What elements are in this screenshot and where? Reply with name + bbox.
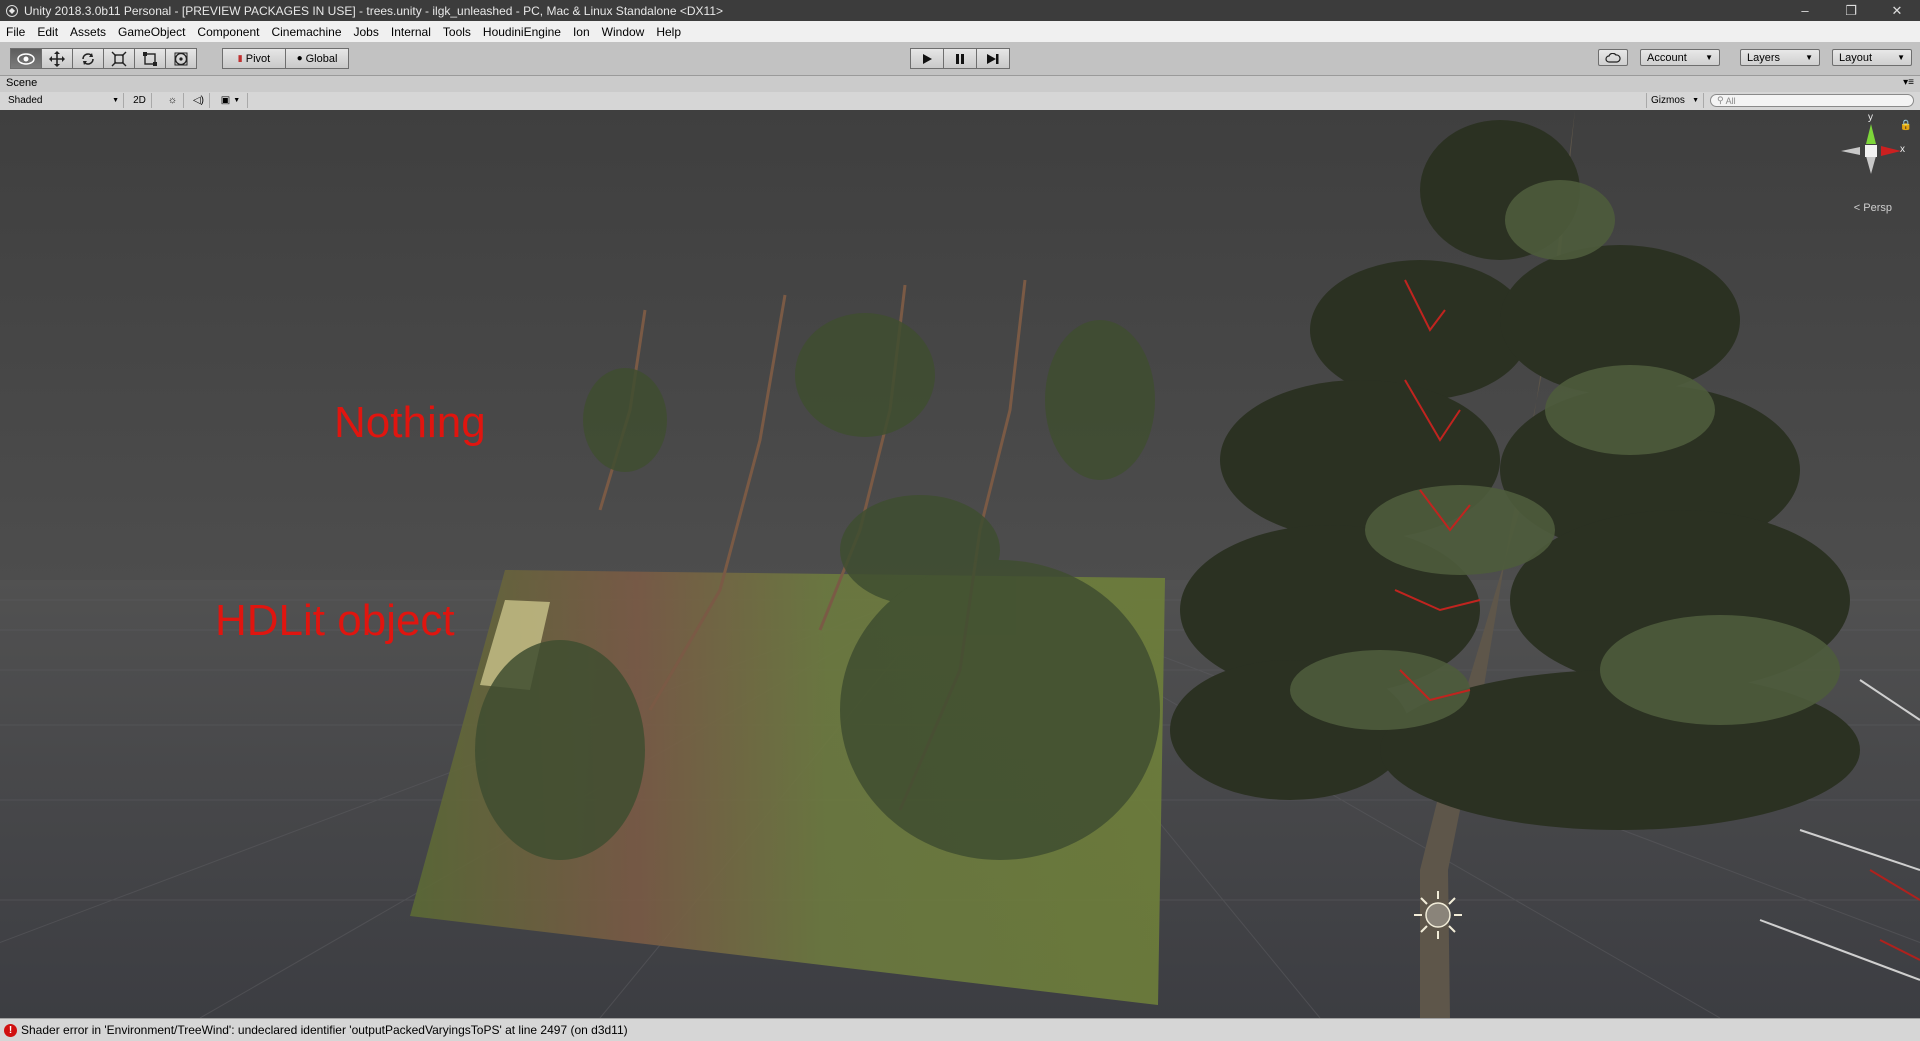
window-controls: – ❐ ✕ <box>1782 0 1920 21</box>
persp-label: Persp <box>1863 202 1892 214</box>
pivot-icon: ▮ <box>237 53 243 63</box>
shading-mode-label: Shaded <box>8 95 43 106</box>
scene-search-input[interactable]: ⚲ All <box>1710 94 1914 107</box>
search-placeholder: All <box>1725 95 1736 106</box>
menu-edit[interactable]: Edit <box>31 25 64 39</box>
cloud-icon <box>1605 52 1621 63</box>
unity-logo-icon: ◆ <box>6 4 18 17</box>
tab-menu-icon[interactable]: ▾≡ <box>1903 77 1914 88</box>
scale-tool-button[interactable] <box>104 48 135 69</box>
menu-houdiniengine[interactable]: HoudiniEngine <box>477 25 567 39</box>
scene-viewport[interactable]: Nothing HDLit object y x 🔒 < Persp <box>0 110 1920 1018</box>
sun-icon: ☼ <box>167 95 178 106</box>
global-toggle[interactable]: ● Global <box>286 48 349 69</box>
hdlit-object-label: HDLit object <box>215 596 455 645</box>
play-icon <box>923 53 932 64</box>
layout-label: Layout <box>1839 51 1873 64</box>
gizmos-dropdown[interactable]: Gizmos ▼ <box>1646 93 1704 108</box>
audio-toggle[interactable]: ◁) <box>188 93 210 108</box>
lock-icon[interactable]: 🔒 <box>1900 120 1912 131</box>
menu-window[interactable]: Window <box>596 25 651 39</box>
account-label: Account <box>1647 51 1687 64</box>
gizmos-label: Gizmos <box>1651 95 1685 106</box>
scene-control-bar: Shaded ▼ 2D ☼ ◁) ▣ ▼ Gizmos ▼ ⚲ All <box>0 92 1920 111</box>
eye-icon <box>17 52 35 65</box>
menu-assets[interactable]: Assets <box>64 25 112 39</box>
effects-dropdown[interactable]: ▣ ▼ <box>214 93 248 108</box>
maximize-button[interactable]: ❐ <box>1828 0 1874 21</box>
rect-tool-button[interactable] <box>135 48 166 69</box>
close-button[interactable]: ✕ <box>1874 0 1920 21</box>
chevron-down-icon: ▼ <box>1897 53 1905 62</box>
orientation-gizmo[interactable]: y x <box>1836 112 1906 196</box>
layers-dropdown[interactable]: Layers ▼ <box>1740 49 1820 66</box>
pivot-toggle[interactable]: ▮ Pivot <box>222 48 286 69</box>
menu-bar: File Edit Assets GameObject Component Ci… <box>0 21 1920 42</box>
playback-controls <box>910 48 1010 69</box>
global-label: Global <box>305 52 338 65</box>
chevron-down-icon: ▼ <box>1705 53 1713 62</box>
chevron-down-icon: ▼ <box>112 97 119 104</box>
scene-render <box>0 110 1920 1018</box>
minimize-button[interactable]: – <box>1782 0 1828 21</box>
projection-toggle[interactable]: < Persp <box>1854 202 1892 214</box>
2d-label: 2D <box>133 95 146 106</box>
main-toolbar: ▮ Pivot ● Global Account ▼ Layers ▼ Layout… <box>0 42 1920 76</box>
gizmo-y-label: y <box>1868 112 1873 123</box>
lighting-toggle[interactable]: ☼ <box>162 93 184 108</box>
light-gizmo <box>1414 891 1462 939</box>
layers-label: Layers <box>1747 51 1781 64</box>
rect-transform-icon <box>143 51 157 66</box>
scene-tab-header: Scene ▾≡ <box>0 76 1920 92</box>
menu-internal[interactable]: Internal <box>385 25 437 39</box>
transform-tool-button[interactable] <box>166 48 197 69</box>
error-icon: ! <box>4 1023 17 1037</box>
chevron-down-icon: ▼ <box>1805 53 1813 62</box>
play-button[interactable] <box>910 48 944 69</box>
view-tool-button[interactable] <box>10 48 42 69</box>
gizmo-x-label: x <box>1900 144 1905 155</box>
menu-gameobject[interactable]: GameObject <box>112 25 191 39</box>
collab-cloud-button[interactable] <box>1598 49 1628 66</box>
search-icon: ⚲ <box>1717 95 1724 105</box>
window-title: Unity 2018.3.0b11 Personal - [PREVIEW PA… <box>24 3 724 18</box>
menu-file[interactable]: File <box>0 25 31 39</box>
menu-help[interactable]: Help <box>650 25 687 39</box>
speaker-icon: ◁) <box>192 95 205 106</box>
menu-component[interactable]: Component <box>191 25 265 39</box>
2d-toggle[interactable]: 2D <box>128 93 152 108</box>
window-titlebar: ◆ Unity 2018.3.0b11 Personal - [PREVIEW … <box>0 0 1920 21</box>
menu-jobs[interactable]: Jobs <box>348 25 385 39</box>
shading-mode-dropdown[interactable]: Shaded ▼ <box>4 93 124 108</box>
pause-button[interactable] <box>944 48 977 69</box>
chevron-down-icon: ▼ <box>1692 97 1699 104</box>
image-icon: ▣ <box>220 95 231 106</box>
step-button[interactable] <box>977 48 1010 69</box>
rotate-icon <box>82 52 94 65</box>
pivot-global-group: ▮ Pivot ● Global <box>222 48 349 69</box>
chevron-down-icon: ▼ <box>233 97 241 104</box>
menu-cinemachine[interactable]: Cinemachine <box>265 25 347 39</box>
layout-dropdown[interactable]: Layout ▼ <box>1832 49 1912 66</box>
axis-gizmo-icon <box>1841 124 1901 174</box>
move-tool-button[interactable] <box>42 48 73 69</box>
status-message: Shader error in 'Environment/TreeWind': … <box>21 1023 628 1037</box>
nothing-label: Nothing <box>334 398 486 447</box>
scale-icon <box>111 51 127 66</box>
rotate-tool-button[interactable] <box>73 48 104 69</box>
perspective-icon: < <box>1853 202 1861 214</box>
pause-icon <box>956 53 964 64</box>
menu-ion[interactable]: Ion <box>567 25 596 39</box>
account-dropdown[interactable]: Account ▼ <box>1640 49 1720 66</box>
menu-tools[interactable]: Tools <box>437 25 477 39</box>
move-arrows-icon <box>49 50 65 67</box>
combined-transform-icon <box>174 52 188 65</box>
step-icon <box>987 53 999 64</box>
scene-tab[interactable]: Scene <box>6 77 37 89</box>
pivot-label: Pivot <box>245 52 271 65</box>
transform-tools <box>10 48 197 69</box>
console-status-bar[interactable]: ! Shader error in 'Environment/TreeWind'… <box>0 1018 1920 1041</box>
globe-icon: ● <box>296 53 303 64</box>
